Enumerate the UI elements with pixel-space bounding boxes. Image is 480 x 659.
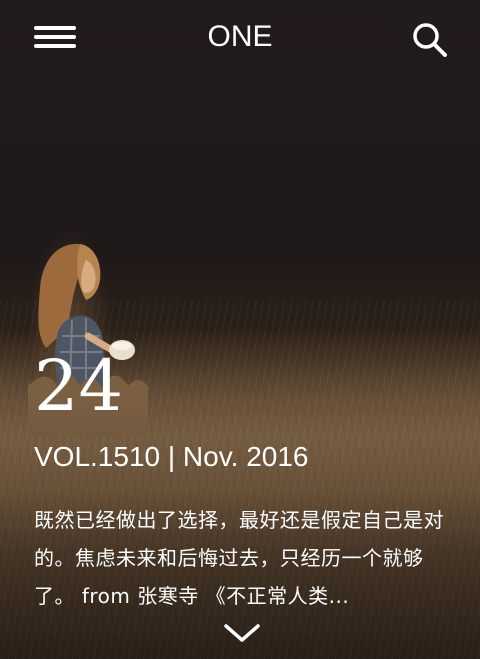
cover-screen: ONE 24 VOL.1510 | Nov. 2016 既然已经做出了选择，最好… <box>0 0 480 659</box>
daily-quote[interactable]: 既然已经做出了选择，最好还是假定自己是对的。焦虑未来和后悔过去，只经历一个就够了… <box>34 501 446 615</box>
search-icon[interactable] <box>410 20 450 60</box>
app-logo[interactable]: ONE <box>0 20 480 54</box>
volume-date: VOL.1510 | Nov. 2016 <box>34 441 309 472</box>
top-navigation-bar: ONE <box>0 0 480 76</box>
day-number: 24 <box>34 345 124 427</box>
chevron-down-icon[interactable] <box>222 620 262 646</box>
